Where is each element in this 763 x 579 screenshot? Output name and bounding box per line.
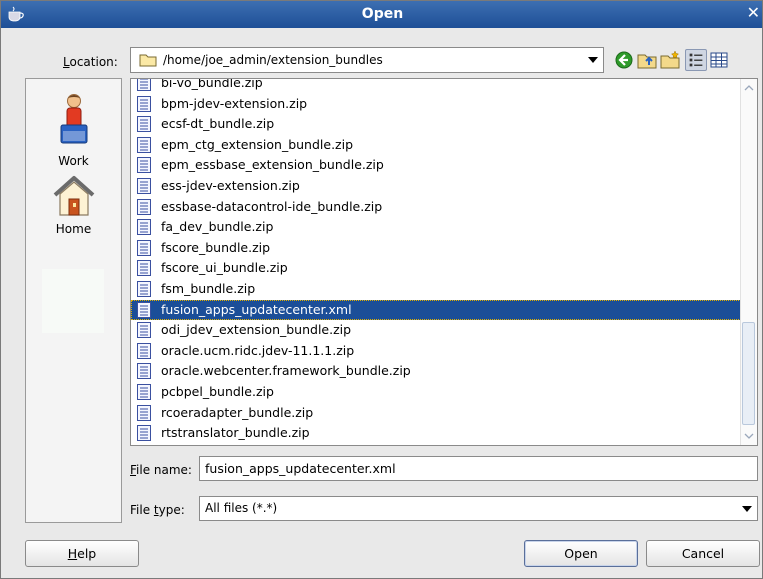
file-name: ess-jdev-extension.zip <box>161 177 300 193</box>
file-row[interactable]: fsm_bundle.zip <box>131 279 741 300</box>
places-bar: Work Home <box>25 78 122 523</box>
place-home-label: Home <box>55 222 92 236</box>
file-name: oracle.ucm.ridc.jdev-11.1.1.zip <box>161 342 355 358</box>
file-row[interactable]: essbase-datacontrol-ide_bundle.zip <box>131 197 741 218</box>
file-name: rcoeradapter_bundle.zip <box>161 404 314 420</box>
file-row[interactable]: epm_ctg_extension_bundle.zip <box>131 135 741 156</box>
file-icon <box>137 363 151 380</box>
file-icon <box>137 425 151 442</box>
file-type-label: File type: <box>130 503 185 517</box>
file-row[interactable]: epm_essbase_extension_bundle.zip <box>131 155 741 176</box>
location-combo[interactable]: /home/joe_admin/extension_bundles <box>130 47 604 73</box>
location-path: /home/joe_admin/extension_bundles <box>163 53 383 67</box>
help-label: elp <box>77 546 97 561</box>
file-icon <box>137 322 151 339</box>
place-work-label: Work <box>58 154 89 168</box>
file-row[interactable]: fa_dev_bundle.zip <box>131 217 741 238</box>
file-type-value: All files (*.*) <box>205 501 278 515</box>
home-icon <box>53 176 94 216</box>
file-name: fsm_bundle.zip <box>161 280 256 296</box>
scroll-down-icon[interactable] <box>744 432 754 440</box>
file-row[interactable]: bi-vo_bundle.zip <box>131 78 741 94</box>
close-icon[interactable]: ✕ <box>747 4 760 22</box>
cancel-button[interactable]: Cancel <box>646 540 760 567</box>
help-mnemonic: H <box>67 546 78 561</box>
file-list-scrollbar[interactable] <box>740 79 757 445</box>
file-name: ecsf-dt_bundle.zip <box>161 116 275 132</box>
open-dialog: Open ✕ Location: /home/joe_admin/extensi… <box>0 0 763 579</box>
file-name: fa_dev_bundle.zip <box>161 219 274 235</box>
file-type-label-text: ype: <box>158 503 185 517</box>
file-row[interactable]: fscore_ui_bundle.zip <box>131 258 741 279</box>
file-icon <box>137 260 151 277</box>
back-icon[interactable] <box>613 49 635 71</box>
file-name: epm_ctg_extension_bundle.zip <box>161 136 354 152</box>
details-view-icon[interactable] <box>708 49 730 71</box>
file-row[interactable]: ecsf-dt_bundle.zip <box>131 114 741 135</box>
dialog-title: Open <box>361 6 404 22</box>
file-row[interactable]: rcoeradapter_bundle.zip <box>131 403 741 424</box>
new-folder-icon[interactable] <box>659 49 681 71</box>
scrollbar-thumb[interactable] <box>742 322 755 425</box>
places-empty-slot <box>42 269 104 333</box>
file-icon <box>137 198 151 215</box>
file-name: bpm-jdev-extension.zip <box>161 95 308 111</box>
file-name: fusion_apps_updatecenter.xml <box>161 301 352 317</box>
file-icon <box>137 79 151 91</box>
work-user-icon <box>60 94 87 144</box>
open-button[interactable]: Open <box>524 540 638 567</box>
file-row[interactable]: ess-jdev-extension.zip <box>131 176 741 197</box>
location-label-text: ocation: <box>69 55 118 69</box>
title-bar[interactable]: Open ✕ <box>1 1 762 28</box>
file-icon <box>137 280 151 297</box>
file-icon <box>137 136 151 153</box>
file-type-dropdown-arrow-icon[interactable] <box>742 506 752 512</box>
file-row[interactable]: oracle.webcenter.framework_bundle.zip <box>131 361 741 382</box>
file-name: pcbpel_bundle.zip <box>161 383 274 399</box>
file-name: epm_essbase_extension_bundle.zip <box>161 157 384 173</box>
file-icon <box>137 404 151 421</box>
up-folder-icon[interactable] <box>636 49 658 71</box>
file-name: oracle.webcenter.framework_bundle.zip <box>161 363 411 379</box>
location-label: Location: <box>63 55 118 69</box>
place-work[interactable]: Work <box>26 93 121 168</box>
file-name: odi_jdev_extension_bundle.zip <box>161 322 352 338</box>
file-row[interactable]: odi_jdev_extension_bundle.zip <box>131 320 741 341</box>
file-icon <box>137 239 151 256</box>
file-row[interactable]: fscore_bundle.zip <box>131 238 741 259</box>
file-icon <box>137 301 151 318</box>
file-name: rtstranslator_bundle.zip <box>161 425 310 441</box>
file-name: essbase-datacontrol-ide_bundle.zip <box>161 198 383 214</box>
file-name: fscore_ui_bundle.zip <box>161 260 288 276</box>
location-dropdown-arrow-icon[interactable] <box>588 57 598 63</box>
file-name-label: File name: <box>130 463 192 477</box>
folder-icon <box>139 54 157 67</box>
file-rows: bi-vo_bundle.zip bpm-jdev-extension.zip … <box>131 78 741 444</box>
file-icon <box>137 157 151 174</box>
file-row[interactable]: pcbpel_bundle.zip <box>131 382 741 403</box>
file-row-selected[interactable]: fusion_apps_updatecenter.xml <box>131 299 741 321</box>
file-name: bi-vo_bundle.zip <box>161 78 263 90</box>
file-icon <box>137 95 151 112</box>
file-type-label-start: File <box>130 503 154 517</box>
file-icon <box>137 116 151 133</box>
help-button[interactable]: Help <box>25 540 139 567</box>
file-icon <box>137 219 151 236</box>
file-row[interactable]: bpm-jdev-extension.zip <box>131 94 741 115</box>
file-icon <box>137 177 151 194</box>
file-icon <box>137 342 151 359</box>
file-type-combo[interactable]: All files (*.*) <box>199 496 758 521</box>
file-list[interactable]: bi-vo_bundle.zip bpm-jdev-extension.zip … <box>130 78 758 446</box>
list-view-icon[interactable] <box>685 49 707 71</box>
scroll-up-icon[interactable] <box>744 84 754 92</box>
file-name-input[interactable]: fusion_apps_updatecenter.xml <box>199 456 758 481</box>
file-icon <box>137 383 151 400</box>
file-row[interactable]: rtstranslator_bundle.zip <box>131 423 741 444</box>
place-home[interactable]: Home <box>26 175 121 236</box>
file-name: fscore_bundle.zip <box>161 239 271 255</box>
file-row[interactable]: oracle.ucm.ridc.jdev-11.1.1.zip <box>131 341 741 362</box>
file-name-label-text: ile name: <box>136 463 192 477</box>
